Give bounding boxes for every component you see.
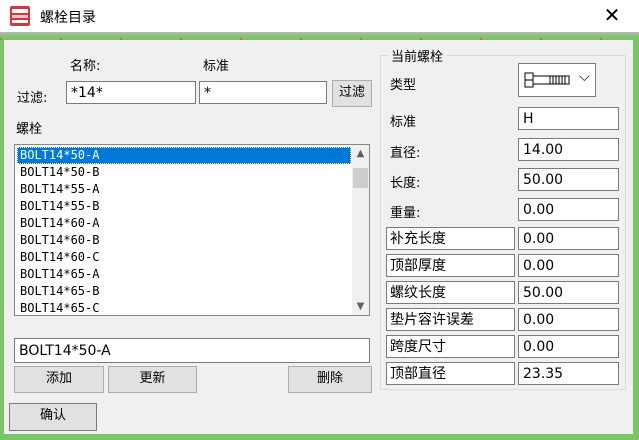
weight-label: 重量: [390,206,421,221]
span-size-label: 跨度尺寸 [386,335,515,358]
filter-label: 过滤: [17,91,48,106]
list-item[interactable]: BOLT14*55-B [17,198,351,215]
thread-length-label: 螺纹长度 [386,281,515,304]
scroll-up-icon[interactable]: ▲ [352,145,369,162]
standard-column-header: 标准 [203,59,230,74]
list-item-selected[interactable]: BOLT14*50-A [17,147,351,164]
extra-length-field[interactable]: 0.00 [518,227,619,250]
list-item[interactable]: BOLT14*65-A [17,266,351,283]
top-thickness-label: 顶部厚度 [386,254,515,277]
list-item[interactable]: BOLT14*55-A [17,181,351,198]
type-label: 类型 [390,78,417,93]
list-item[interactable]: BOLT14*65-C [17,300,351,317]
list-vertical-scrollbar[interactable]: ▲ ▼ [352,145,369,315]
name-column-header: 名称: [70,59,101,74]
bolt-list-label: 螺栓 [16,122,43,137]
standard-field[interactable]: H [518,107,619,130]
extra-length-label: 补充长度 [386,227,515,250]
scroll-down-icon[interactable]: ▼ [352,298,369,315]
washer-tolerance-field[interactable]: 0.00 [518,308,619,331]
weight-field[interactable]: 0.00 [518,198,619,221]
top-diameter-field[interactable]: 23.35 [518,362,619,385]
confirm-button[interactable]: 确认 [9,403,97,431]
chevron-down-icon[interactable]: ⌵ [579,69,590,85]
bolt-catalog-icon [10,6,30,26]
name-filter-input[interactable]: *14* [66,81,196,104]
bolt-listbox[interactable]: BOLT14*50-A BOLT14*50-B BOLT14*55-A BOLT… [14,144,370,316]
window-title: 螺栓目录 [40,10,96,26]
thread-length-field[interactable]: 50.00 [518,281,619,304]
add-button[interactable]: 添加 [14,366,104,393]
diameter-label: 直径: [390,146,421,161]
update-button[interactable]: 更新 [108,366,197,393]
standard-label: 标准 [390,115,417,130]
length-label: 长度: [390,176,421,191]
list-item[interactable]: BOLT14*60-B [17,232,351,249]
list-item[interactable]: BOLT14*65-B [17,283,351,300]
top-diameter-label: 顶部直径 [386,362,515,385]
delete-button[interactable]: 删除 [288,366,372,393]
bolt-list-items: BOLT14*50-A BOLT14*50-B BOLT14*55-A BOLT… [17,147,351,317]
standard-filter-input[interactable]: * [199,81,327,104]
window-frame-right [633,40,639,440]
bolt-type-select[interactable]: ⌵ [518,63,596,97]
list-item[interactable]: BOLT14*50-B [17,164,351,181]
window-frame-bottom [0,434,639,440]
scroll-thumb[interactable] [353,168,368,188]
list-item[interactable]: BOLT14*60-A [17,215,351,232]
diameter-field[interactable]: 14.00 [518,138,619,161]
current-bolt-group-title: 当前螺栓 [388,46,447,65]
top-thickness-field[interactable]: 0.00 [518,254,619,277]
list-item[interactable]: BOLT14*60-C [17,249,351,266]
span-size-field[interactable]: 0.00 [518,335,619,358]
length-field[interactable]: 50.00 [518,168,619,191]
washer-tolerance-label: 垫片容许误差 [386,308,515,331]
filter-button[interactable]: 过滤 [332,80,372,107]
close-icon[interactable]: ✕ [600,4,624,28]
bolt-type-icon [524,70,572,94]
bolt-name-input[interactable]: BOLT14*50-A [14,338,370,363]
